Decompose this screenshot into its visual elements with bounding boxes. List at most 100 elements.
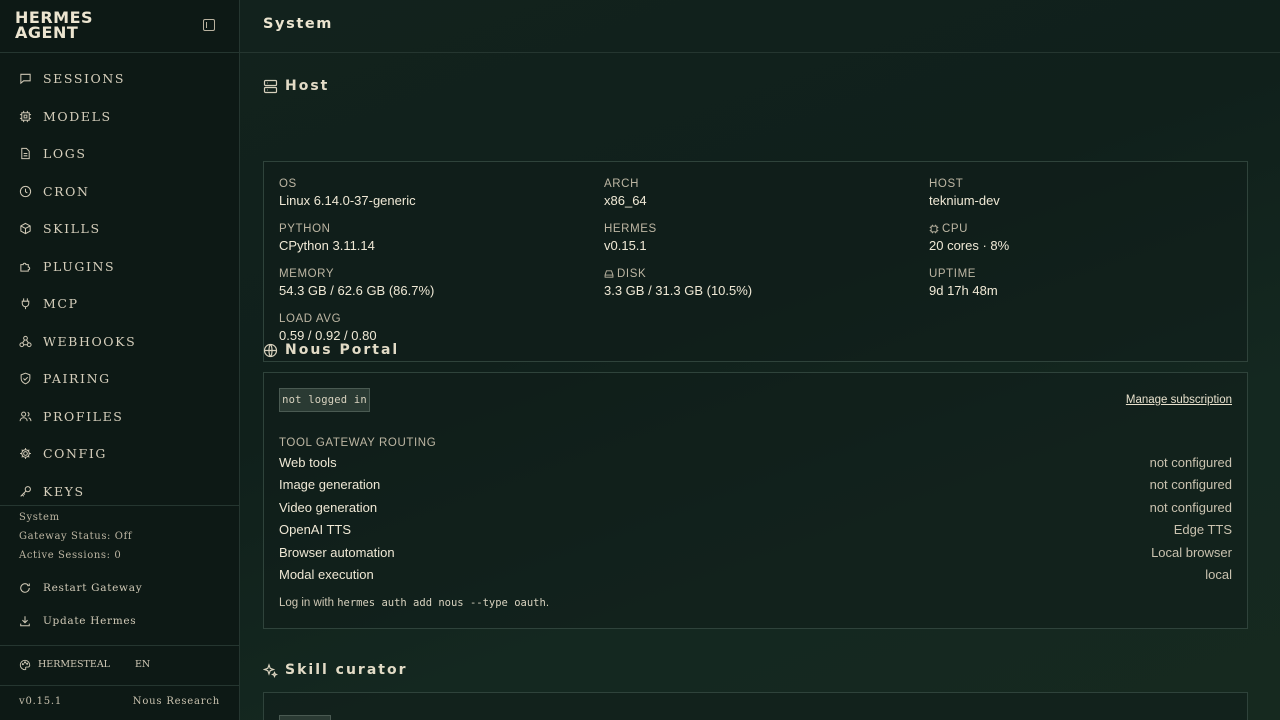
theme-switcher[interactable]: HERMESTEAL (38, 659, 110, 670)
route-row: OpenAI TTS Edge TTS (279, 522, 1232, 542)
host-load: LOAD AVG 0.59 / 0.92 / 0.80 (279, 313, 377, 343)
chat-icon (19, 72, 32, 85)
nav-item-mcp[interactable]: MCP (0, 285, 239, 323)
portal-heading: Nous Portal (263, 342, 399, 358)
field-value: CPython 3.11.14 (279, 238, 375, 253)
system-status: System Gateway Status: Off Active Sessio… (0, 505, 239, 569)
nav-item-skills[interactable]: SKILLS (0, 210, 239, 248)
package-icon (19, 222, 32, 235)
field-value: Linux 6.14.0-37-generic (279, 193, 416, 208)
route-name: OpenAI TTS (279, 522, 352, 537)
users-icon (19, 410, 32, 423)
main-content: System Host OS Linux 6.14.0-37-generic A… (240, 0, 1280, 720)
route-row: Browser automation Local browser (279, 545, 1232, 565)
field-label: CPU (929, 223, 1009, 235)
route-name: Video generation (279, 500, 378, 515)
hint-prefix: Log in with (279, 597, 334, 609)
disk-label: DISK (617, 268, 647, 280)
refresh-icon (20, 583, 30, 593)
curator-heading-label: Skill curator (285, 662, 408, 678)
update-hermes-button[interactable]: Update Hermes (19, 615, 136, 627)
hint-command: hermes auth add nous --type oauth (337, 597, 546, 609)
nav-item-models[interactable]: MODELS (0, 98, 239, 136)
field-label: UPTIME (929, 268, 977, 280)
field-label: DISK (604, 268, 752, 280)
nav-item-sessions[interactable]: SESSIONS (0, 60, 239, 98)
host-heading-label: Host (285, 78, 330, 94)
field-value: 54.3 GB / 62.6 GB (86.7%) (279, 283, 435, 298)
route-value: not configured (1149, 455, 1232, 470)
host-heading: Host (263, 78, 329, 94)
nav-label: SESSIONS (43, 71, 126, 87)
field-label: PYTHON (279, 223, 331, 235)
host-hermes: HERMES v0.15.1 (604, 223, 657, 253)
curator-heading: Skill curator (263, 662, 408, 678)
nav-list: SESSIONS MODELS LOGS CRON SKILLS PLUGINS… (0, 53, 239, 510)
host-os: OS Linux 6.14.0-37-generic (279, 178, 416, 208)
status-system: System (19, 512, 60, 523)
login-status-badge: not logged in (279, 388, 370, 412)
field-label: MEMORY (279, 268, 335, 280)
field-value: teknium-dev (929, 193, 1000, 208)
field-label: HERMES (604, 223, 657, 235)
update-hermes-label: Update Hermes (43, 615, 137, 627)
nav-label: PROFILES (43, 408, 124, 424)
route-value: not configured (1149, 500, 1232, 515)
nav-label: PAIRING (43, 371, 111, 387)
sidebar-collapse-icon[interactable] (203, 19, 215, 31)
route-row: Video generation not configured (279, 500, 1232, 520)
field-value: 3.3 GB / 31.3 GB (10.5%) (604, 283, 753, 298)
field-label: LOAD AVG (279, 313, 342, 325)
nav-label: WEBHOOKS (43, 333, 137, 349)
sidebar: HERMES AGENT SESSIONS MODELS LOGS CRON S… (0, 0, 240, 720)
portal-heading-label: Nous Portal (285, 342, 400, 358)
field-label: HOST (929, 178, 964, 190)
palette-icon (19, 659, 31, 671)
nav-item-cron[interactable]: CRON (0, 173, 239, 211)
host-card: OS Linux 6.14.0-37-generic ARCH x86_64 H… (263, 161, 1248, 362)
nav-item-profiles[interactable]: PROFILES (0, 398, 239, 436)
nav-item-plugins[interactable]: PLUGINS (0, 248, 239, 286)
nav-item-webhooks[interactable]: WEBHOOKS (0, 323, 239, 361)
curator-status-badge (279, 715, 331, 720)
login-hint: Log in with hermes auth add nous --type … (279, 597, 549, 609)
nav-item-pairing[interactable]: PAIRING (0, 360, 239, 398)
restart-gateway-label: Restart Gateway (43, 582, 143, 594)
nav-label: LOGS (43, 146, 87, 162)
host-cpu: CPU 20 cores · 8% (929, 223, 1009, 253)
host-hostname: HOST teknium-dev (929, 178, 1000, 208)
brand: HERMES AGENT (0, 0, 239, 53)
host-memory: MEMORY 54.3 GB / 62.6 GB (86.7%) (279, 268, 434, 298)
restart-gateway-button[interactable]: Restart Gateway (19, 582, 142, 594)
org-link[interactable]: Nous Research (133, 696, 220, 720)
plug-icon (19, 297, 32, 310)
nav-label: MCP (43, 296, 79, 312)
route-value: not configured (1149, 477, 1232, 492)
version-label: v0.15.1 (19, 696, 63, 707)
route-name: Modal execution (279, 567, 374, 582)
manage-subscription-link[interactable]: Manage subscription (1126, 394, 1232, 406)
top-bar: System (240, 0, 1280, 53)
route-value: Edge TTS (1173, 522, 1232, 537)
status-sessions: Active Sessions: 0 (19, 550, 122, 561)
hard-drive-icon (604, 270, 614, 278)
sidebar-footer: v0.15.1 Nous Research (0, 685, 239, 720)
nav-item-logs[interactable]: LOGS (0, 135, 239, 173)
route-row: Modal execution local (279, 567, 1232, 587)
host-arch: ARCH x86_64 (604, 178, 647, 208)
field-value: 0.59 / 0.92 / 0.80 (279, 328, 377, 343)
field-value: 20 cores · 8% (929, 238, 1010, 253)
cpu-icon (929, 224, 939, 234)
route-value: local (1205, 567, 1232, 582)
hint-suffix: . (545, 597, 550, 609)
language-switcher[interactable]: EN (135, 659, 150, 670)
nav-label: MODELS (43, 108, 112, 124)
nav-item-config[interactable]: CONFIG (0, 435, 239, 473)
cpu-icon (19, 110, 32, 123)
route-value: Local browser (1151, 545, 1232, 560)
key-icon (19, 485, 32, 498)
server-icon (263, 79, 278, 93)
webhook-icon (19, 335, 32, 348)
page-title: System (263, 16, 334, 32)
field-value: 9d 17h 48m (929, 283, 998, 298)
